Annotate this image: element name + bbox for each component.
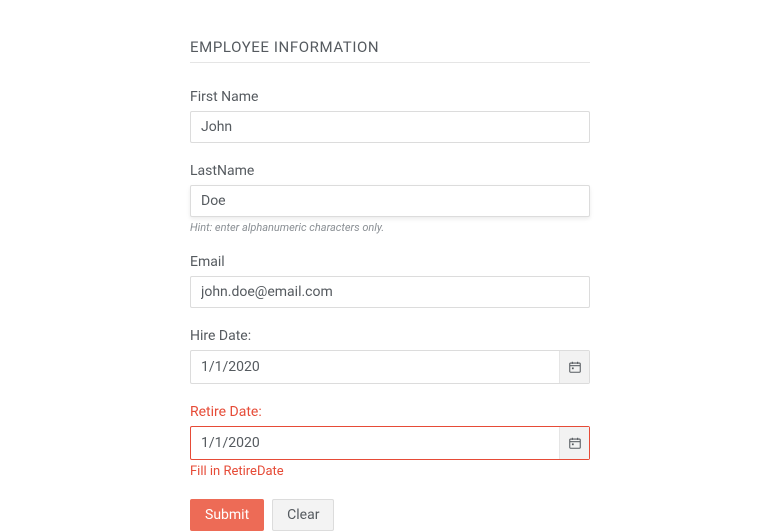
last-name-input[interactable] bbox=[190, 185, 590, 217]
hire-date-calendar-button[interactable] bbox=[559, 351, 589, 383]
calendar-icon bbox=[568, 436, 582, 450]
submit-button[interactable]: Submit bbox=[190, 499, 264, 531]
field-retire-date: Retire Date: Fill in RetireDate bbox=[190, 404, 590, 479]
retire-date-error: Fill in RetireDate bbox=[190, 464, 590, 479]
last-name-label: LastName bbox=[190, 163, 590, 179]
section-title: EMPLOYEE INFORMATION bbox=[190, 38, 590, 63]
hire-date-label: Hire Date: bbox=[190, 328, 590, 344]
field-last-name: LastName Hint: enter alphanumeric charac… bbox=[190, 163, 590, 234]
hire-date-picker bbox=[190, 350, 590, 384]
first-name-input[interactable] bbox=[190, 111, 590, 143]
retire-date-label: Retire Date: bbox=[190, 404, 590, 420]
field-first-name: First Name bbox=[190, 89, 590, 143]
retire-date-input[interactable] bbox=[191, 427, 559, 459]
clear-button[interactable]: Clear bbox=[272, 499, 334, 531]
first-name-label: First Name bbox=[190, 89, 590, 105]
last-name-hint: Hint: enter alphanumeric characters only… bbox=[190, 221, 590, 234]
button-row: Submit Clear bbox=[190, 499, 590, 531]
retire-date-picker bbox=[190, 426, 590, 460]
retire-date-calendar-button[interactable] bbox=[559, 427, 589, 459]
field-hire-date: Hire Date: bbox=[190, 328, 590, 384]
field-email: Email bbox=[190, 254, 590, 308]
hire-date-input[interactable] bbox=[191, 351, 559, 383]
email-label: Email bbox=[190, 254, 590, 270]
email-input[interactable] bbox=[190, 276, 590, 308]
calendar-icon bbox=[568, 360, 582, 374]
